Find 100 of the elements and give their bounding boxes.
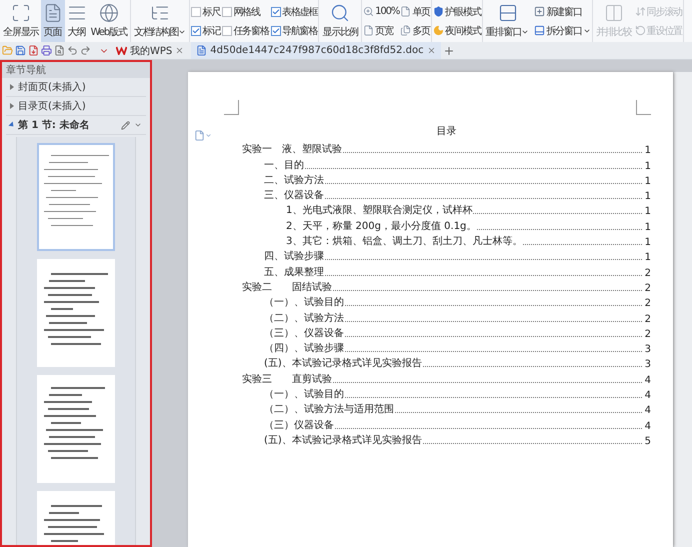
zoom-ratio-button[interactable]: 显示比例 [320,0,360,42]
zoom-option-button[interactable]: 页宽 [363,22,400,38]
fullscreen-icon [10,3,31,23]
close-icon[interactable] [426,46,436,55]
checkbox[interactable] [222,26,232,36]
page-number: 1 [644,176,652,187]
doc-map-button[interactable]: 文档结构图 [132,0,188,42]
document-tab[interactable]: 4d50de1447c247f987c60d18c3f8fd52.doc [191,42,441,59]
view-mode-button[interactable]: 大纲 [64,0,89,42]
view-mode-button[interactable]: 页面 [40,0,65,42]
globe-icon [98,3,119,23]
caret-icon [205,132,212,139]
view-mode-button[interactable]: Web版式 [88,0,129,42]
checkbox-label: 标尺 [202,6,220,18]
toc-entry-text: 实验三 直剪试验 [242,372,332,386]
split-panel-icon [534,25,546,36]
checkbox[interactable] [270,6,281,16]
undo-icon[interactable] [67,45,78,56]
checkbox[interactable] [191,26,202,36]
eye-mode-button[interactable]: 夜间模式 [433,22,481,38]
checkbox[interactable] [222,6,232,16]
zoom-option-button[interactable]: 多页 [400,22,430,38]
paragraph-menu-button[interactable] [194,130,212,141]
page-number: 2 [644,328,652,340]
caret-icon [178,28,186,36]
page-number: 1 [644,145,652,156]
checkbox-label: 标记 [202,24,220,38]
toc-entry-text: 2、天平，称量 200g，最小分度值 0.1g。 [286,220,476,233]
page-number: 1 [644,206,652,218]
columns-icon [604,3,624,23]
checkbox-label: 网格线 [233,6,260,18]
zoom-option-button[interactable]: 100% [363,4,400,20]
scrollbar[interactable] [673,72,692,547]
page-thumbnail[interactable] [37,143,115,251]
section-item[interactable]: 封面页(未插入) [6,78,146,97]
page-number: 2 [644,268,652,279]
zoom-option-button[interactable]: 单页 [400,4,430,20]
document-icon [196,45,208,56]
page-number: 2 [644,298,652,310]
page-number: 1 [644,252,652,264]
page-number: 3 [644,359,652,370]
toc-entry-text: (五)、本试验记录格式详见实验报告 [264,356,422,370]
toc-entry-text: 五、成果整理 [264,266,324,279]
toc-entry-text: 一、目的 [264,158,304,172]
page-number: 1 [644,222,652,233]
rearrange-window-button[interactable]: 重排窗口 [484,0,532,42]
toc-entry-text: 3、其它：烘箱、铝盒、调土刀、刮土刀、凡士林等。 [286,234,522,248]
page-number: 1 [644,191,652,202]
preview-icon[interactable] [54,45,65,56]
checkbox-label: 表格虚框 [282,6,318,18]
moon-icon [433,25,444,36]
page-number: 4 [644,420,652,432]
toc-entry-text: (五)、本试验记录格式详见实验报告 [264,434,422,447]
toc-entry-text: 1、光电式液限、塑限联合测定仪，试样杯 [286,204,472,218]
document-tab[interactable]: 我的WPS [111,42,190,59]
toc-entry-text: 实验一 液、塑限试验 [242,142,342,156]
rows-icon [498,3,518,23]
redo-icon[interactable] [80,45,91,56]
page-number: 5 [644,436,652,447]
caret-icon [521,28,530,36]
split-window-button[interactable]: 拆分窗口 [534,22,591,38]
checkbox[interactable] [191,6,202,16]
page-thumbnail[interactable] [37,259,115,367]
pages-icon [400,25,412,36]
section-item[interactable]: 第 1 节: 未命名 [6,116,146,135]
page-number: 1 [644,160,652,172]
toc-entry-text: （二）、试验方法 [264,312,344,325]
toc-entry-text: （三）仪器设备 [264,418,334,432]
search-icon [330,3,350,23]
eye-mode-button[interactable]: 护眼模式 [433,4,481,20]
caret-icon[interactable] [134,121,142,129]
toc-entry-text: （二）、试验方法与适用范围 [264,402,394,416]
page-number: 2 [644,282,652,294]
view-mode-button[interactable]: 全屏显示 [1,0,41,42]
page-icon [400,6,412,17]
page-number: 4 [644,405,652,416]
checkbox-label: 导航窗格 [282,24,318,38]
close-icon[interactable] [175,46,184,55]
margin-corner-mark [636,100,652,115]
checkbox[interactable] [270,26,281,36]
new-window-button[interactable]: 新建窗口 [534,4,591,20]
toc-entry-text: （四）、试验步骤 [264,342,344,356]
shield-icon [433,6,444,17]
export-icon[interactable] [28,45,39,56]
section-item[interactable]: 目录页(未插入) [6,97,146,116]
page-number: 2 [644,314,652,325]
arrows-icon [634,6,646,17]
new-tab-icon[interactable] [442,44,455,56]
toc-entry-text: （一）、试验目的 [264,388,344,402]
print-icon[interactable] [41,45,52,56]
page-number: 4 [644,390,652,402]
w-logo-icon [116,46,127,55]
reset-icon [634,25,646,36]
page-thumbnail[interactable] [37,375,115,483]
document-icon [194,130,205,141]
save-icon[interactable] [15,45,26,56]
margin-corner-mark [224,100,239,115]
zoom-icon [363,6,374,17]
toc-entry-text: 实验二 固结试验 [242,280,332,294]
pencil-icon[interactable] [121,120,130,130]
